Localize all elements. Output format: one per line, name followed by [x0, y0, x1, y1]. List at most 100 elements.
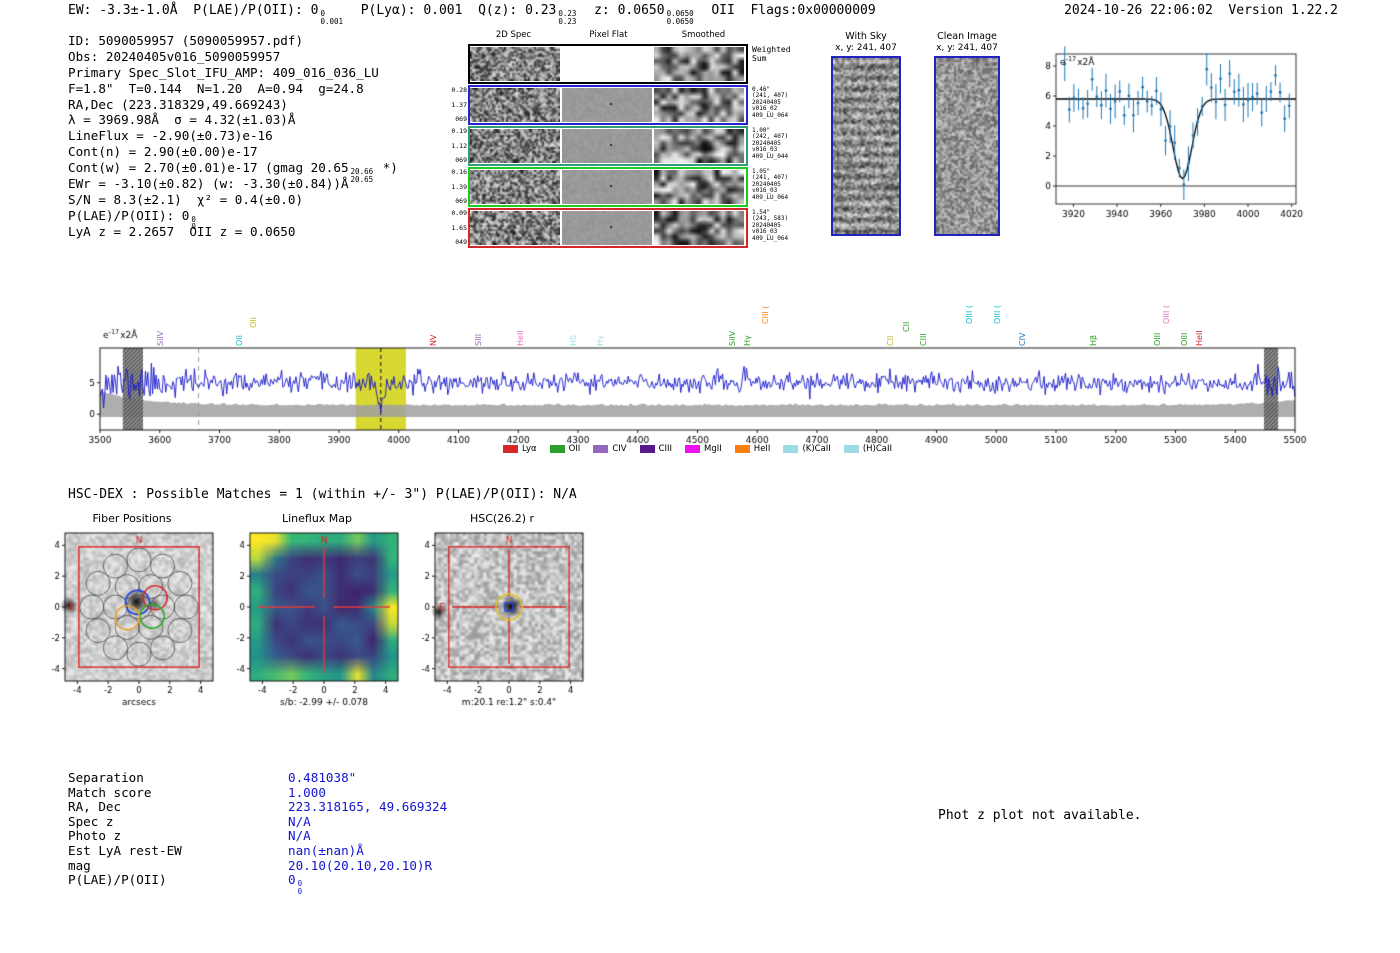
spec2d-row: Weighted Sum	[468, 44, 791, 84]
with-sky-image	[831, 56, 901, 236]
lineflux-map-image	[222, 527, 412, 713]
legend-swatch	[549, 445, 565, 453]
header-metric: Q(z): 0.23	[478, 3, 557, 18]
elixer-detection-report: EW: -3.3±-1.0Å P(LAE)/P(OII): 0 0 0.001 P(…	[0, 0, 1400, 953]
info-line: Obs: 20240405v016_5090059957	[68, 48, 281, 64]
fiber-weight-labels	[443, 46, 467, 82]
legend-swatch	[843, 445, 859, 453]
spec2d-cell-2dspec	[470, 88, 560, 122]
info-line: RA,Dec (223.318329,49.669243)	[68, 96, 288, 112]
match-field-label: mag	[68, 857, 91, 873]
header-metric: OII	[711, 3, 735, 18]
legend-item: (K)CaII	[783, 444, 831, 454]
fiber-positions-title: Fiber Positions	[92, 512, 172, 525]
value-stack: 0.0650 0.0650	[666, 9, 694, 26]
match-field-label: Match score	[68, 784, 152, 800]
fiber-weight-labels: 0.19 1.12 069	[451, 127, 467, 164]
legend-item: Lyα	[503, 444, 537, 454]
column-header-pixelflat: Pixel Flat	[589, 30, 628, 40]
detection-info-block: ID: 5090059957 (5090059957.pdf) Obs: 2024…	[68, 33, 398, 240]
lineflux-map-title: Lineflux Map	[281, 512, 353, 525]
spec2d-row: 0.19 1.12 069 1.00" (242, 407) 20240405 v016_0…	[451, 126, 788, 166]
legend-label: CIV	[612, 444, 627, 454]
legend-label: MgII	[704, 444, 722, 454]
spec2d-cell-pixelflat	[562, 211, 652, 245]
info-line: Cont(n) = 2.90(±0.00)e-17	[68, 144, 258, 160]
legend-swatch	[685, 445, 701, 453]
match-field-label: Photo z	[68, 828, 122, 844]
spec2d-cell-smoothed	[654, 170, 744, 204]
value-stack: 0 0.001	[320, 9, 344, 26]
spec2d-row: 0.09 1.65 049 1.54" (243, 583) 20240405 v016_0…	[451, 208, 788, 248]
match-field-label: Est LyA rest-EW	[68, 842, 182, 858]
header-metric: Flags:0x00000009	[750, 3, 876, 18]
spec2d-cell-2dspec	[470, 129, 560, 163]
match-field-label: Spec z	[68, 813, 114, 829]
match-field-label: P(LAE)/P(OII)	[68, 872, 167, 888]
info-line: LyA z = 2.2657 OII z = 0.0650	[68, 223, 296, 239]
with-sky-title: With Sky	[845, 31, 887, 42]
match-field-value: 1.000	[288, 784, 326, 800]
legend-swatch	[503, 445, 518, 453]
info-line: Cont(w) = 2.70(±0.01)e-17 (gmag 20.65 20.…	[68, 160, 398, 184]
clean-image-title: Clean Image	[937, 31, 997, 42]
spec2d-cell-pixelflat	[562, 88, 652, 122]
spec2d-cell-pixelflat	[562, 129, 652, 163]
hsc-match-header: HSC-DEX : Possible Matches = 1 (within +…	[68, 487, 577, 502]
legend-item: CIV	[593, 444, 627, 454]
hsc-r-title: HSC(26.2) r	[469, 512, 535, 525]
match-field-label: Separation	[68, 770, 144, 785]
match-field-value: N/A	[288, 813, 311, 829]
spec2d-cell-2dspec	[470, 47, 560, 81]
legend-label: (H)CaII	[862, 444, 892, 454]
hsc-r-image	[407, 527, 597, 713]
legend-swatch	[593, 445, 609, 453]
fiber-id-labels: 1.54" (243, 583) 20240405 v016_03 409_LU_064	[752, 209, 789, 242]
match-row: Match score 1.000	[68, 785, 508, 800]
spec2d-cell-2dspec	[470, 170, 560, 204]
match-row: Separation 0.481038"	[68, 770, 508, 785]
spec2d-cell-smoothed	[654, 129, 744, 163]
spec2d-cell-pixelflat	[562, 170, 652, 204]
match-field-value: nan(±nan)Å	[288, 842, 364, 858]
spectral-line-marker: OIII (	[1161, 304, 1171, 324]
with-sky-coords: x, y: 241, 407	[835, 43, 897, 53]
legend-item: OII	[549, 444, 580, 454]
spec2d-cell-smoothed	[654, 88, 744, 122]
match-row: Photo z N/A	[68, 828, 508, 843]
legend-item: MgII	[685, 444, 722, 454]
info-line: λ = 3969.98Å σ = 4.32(±1.03)Å	[68, 112, 296, 128]
legend-item: (H)CaII	[843, 444, 892, 454]
match-field-value: N/A	[288, 828, 311, 844]
fiber-id-labels: 0.46" (241, 407) 20240405 v016_02 409_LU_064	[752, 86, 789, 119]
header-metric: EW: -3.3±-1.0Å	[68, 3, 178, 18]
legend-item: HeII	[734, 444, 771, 454]
spectral-line-marker: CIII (	[760, 305, 770, 324]
full-spectrum-plot	[85, 326, 1310, 460]
match-row: Spec z N/A	[68, 814, 508, 829]
legend-label: HeII	[753, 444, 771, 454]
info-line: LineFlux = -2.90(±0.73)e-16	[68, 128, 273, 144]
spec2d-row: 0.16 1.39 069 1.05" (241, 407) 20240405 v016_0…	[451, 167, 788, 207]
fiber-id-labels: 1.05" (241, 407) 20240405 v016_03 409_LU_064	[752, 168, 789, 201]
match-row: mag 20.10(20.10,20.10)R	[68, 858, 508, 873]
legend-swatch	[639, 445, 655, 453]
match-field-label: RA, Dec	[68, 799, 122, 815]
spectral-line-marker: OIII (	[964, 304, 974, 324]
spec2d-cell-pixelflat	[562, 47, 652, 81]
fiber-id-labels: 1.00" (242, 407) 20240405 v016_03 409_LU_044	[752, 127, 789, 160]
match-row: RA, Dec 223.318165, 49.669324	[68, 799, 508, 814]
header-metric: z: 0.0650	[594, 3, 665, 18]
photz-note: Phot z plot not available.	[938, 808, 1142, 823]
info-line: F=1.8" T=0.144 N=1.20 A=0.94 g=24.8	[68, 80, 364, 96]
legend-label: (K)CaII	[802, 444, 831, 454]
clean-image-coords: x, y: 241, 407	[936, 43, 998, 53]
info-line: P(LAE)/P(OII): 000	[68, 207, 196, 232]
spec2d-cell-2dspec	[470, 211, 560, 245]
clean-image	[934, 56, 1000, 236]
spec2d-row: 0.28 1.37 069 0.46" (241, 407) 20240405 v016_0…	[451, 85, 788, 125]
info-line: ID: 5090059957 (5090059957.pdf)	[68, 33, 304, 48]
match-row: P(LAE)/P(OII) 0 0 0	[68, 872, 508, 895]
match-info-table: Separation 0.481038" Match score 1.000 RA, D…	[68, 770, 508, 895]
fiber-id-labels: Weighted Sum	[752, 45, 791, 63]
